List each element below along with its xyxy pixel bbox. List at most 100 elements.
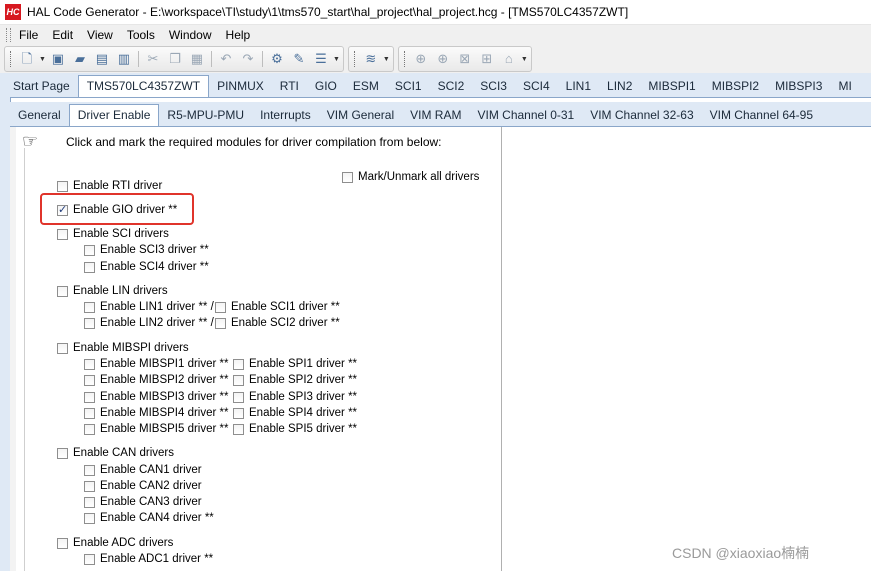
checkbox-box[interactable] [233, 358, 244, 370]
menu-edit[interactable]: Edit [45, 28, 80, 42]
tab-sci3[interactable]: SCI3 [472, 76, 515, 97]
circle-back-icon[interactable]: ⊕ [412, 50, 430, 68]
sci-checkbox[interactable]: Enable SCI drivers [57, 228, 169, 240]
checkbox-box[interactable] [84, 317, 95, 329]
list-icon[interactable]: ☰ [312, 50, 330, 68]
checkbox-box[interactable] [215, 301, 226, 313]
lin2-checkbox[interactable]: Enable LIN2 driver ** / [84, 317, 214, 329]
sci3-checkbox[interactable]: Enable SCI3 driver ** [84, 244, 209, 256]
checkbox-box[interactable] [57, 342, 68, 354]
checkbox-box[interactable] [84, 374, 95, 386]
tab-vim-general[interactable]: VIM General [319, 105, 402, 126]
checkbox-box[interactable] [233, 407, 244, 419]
tab-start-page[interactable]: Start Page [0, 76, 78, 97]
tab-interrupts[interactable]: Interrupts [252, 105, 319, 126]
tab-vim-channel-64-95[interactable]: VIM Channel 64-95 [702, 105, 821, 126]
tab-mibspi3[interactable]: MIBSPI3 [767, 76, 830, 97]
tab-general[interactable]: General [10, 105, 69, 126]
mibspi1-checkbox[interactable]: Enable MIBSPI1 driver ** [84, 358, 228, 370]
export-icon[interactable]: ⊠ [456, 50, 474, 68]
tab-lin1[interactable]: LIN1 [558, 76, 599, 97]
mibspi4-checkbox[interactable]: Enable MIBSPI4 driver ** [84, 407, 228, 419]
checkbox-box[interactable] [233, 423, 244, 435]
checkbox-box[interactable] [84, 358, 95, 370]
mibspi3-checkbox[interactable]: Enable MIBSPI3 driver ** [84, 391, 228, 403]
tab-rti[interactable]: RTI [272, 76, 307, 97]
checkbox-box[interactable] [215, 317, 226, 329]
tab-gio[interactable]: GIO [307, 76, 345, 97]
layers-icon[interactable]: ≋ [362, 50, 380, 68]
lin-checkbox[interactable]: Enable LIN drivers [57, 285, 168, 297]
spi2-checkbox[interactable]: Enable SPI2 driver ** [233, 374, 357, 386]
spi4-checkbox[interactable]: Enable SPI4 driver ** [233, 407, 357, 419]
new-icon[interactable]: 🗋 [18, 50, 36, 68]
checkbox-box[interactable] [84, 244, 95, 256]
mibspi5-checkbox[interactable]: Enable MIBSPI5 driver ** [84, 423, 228, 435]
mark-all-checkbox[interactable]: Mark/Unmark all drivers [342, 171, 479, 183]
checkbox-box[interactable] [57, 537, 68, 549]
checkbox-box[interactable] [84, 423, 95, 435]
save-all-icon[interactable]: ▥ [115, 50, 133, 68]
menu-view[interactable]: View [80, 28, 120, 42]
spi5-checkbox[interactable]: Enable SPI5 driver ** [233, 423, 357, 435]
tab-mibspi1[interactable]: MIBSPI1 [640, 76, 703, 97]
generate-icon[interactable]: ⚙ [268, 50, 286, 68]
checkbox-box[interactable] [84, 496, 95, 508]
checkbox-box[interactable] [84, 464, 95, 476]
toolbar-overflow-icon[interactable]: ▼ [333, 56, 340, 63]
checkbox-box[interactable] [84, 301, 95, 313]
can1-checkbox[interactable]: Enable CAN1 driver [84, 464, 202, 476]
toolbar-overflow-icon[interactable]: ▼ [521, 56, 528, 63]
adc-checkbox[interactable]: Enable ADC drivers [57, 537, 173, 549]
menu-tools[interactable]: Tools [120, 28, 162, 42]
menu-window[interactable]: Window [162, 28, 219, 42]
menu-help[interactable]: Help [219, 28, 258, 42]
checkbox-box[interactable] [342, 171, 353, 183]
toolbar-overflow-icon[interactable]: ▼ [383, 56, 390, 63]
spi1-checkbox[interactable]: Enable SPI1 driver ** [233, 358, 357, 370]
import-icon[interactable]: ⊞ [478, 50, 496, 68]
adc1-checkbox[interactable]: Enable ADC1 driver ** [84, 553, 213, 565]
tab-vim-ram[interactable]: VIM RAM [402, 105, 469, 126]
tab-pinmux[interactable]: PINMUX [209, 76, 272, 97]
checkbox-box[interactable] [84, 261, 95, 273]
sci1-checkbox[interactable]: Enable SCI1 driver ** [215, 301, 340, 313]
checkbox-box[interactable] [57, 180, 68, 192]
can3-checkbox[interactable]: Enable CAN3 driver [84, 496, 202, 508]
copy-icon[interactable]: ❐ [166, 50, 184, 68]
new-dropdown-icon[interactable]: ▼ [39, 56, 46, 63]
save-icon[interactable]: ▤ [93, 50, 111, 68]
checkbox-box[interactable] [57, 447, 68, 459]
lin1-checkbox[interactable]: Enable LIN1 driver ** / [84, 301, 214, 313]
options-icon[interactable]: ✎ [290, 50, 308, 68]
sci4-checkbox[interactable]: Enable SCI4 driver ** [84, 261, 209, 273]
tab-vim-channel-0-31[interactable]: VIM Channel 0-31 [469, 105, 582, 126]
cut-icon[interactable]: ✂ [144, 50, 162, 68]
checkbox-box[interactable] [84, 512, 95, 524]
checkbox-box[interactable] [57, 285, 68, 297]
menu-file[interactable]: File [11, 28, 45, 42]
checkbox-box[interactable] [233, 391, 244, 403]
tab-sci1[interactable]: SCI1 [387, 76, 430, 97]
undo-icon[interactable]: ↶ [217, 50, 235, 68]
tab-device[interactable]: TMS570LC4357ZWT [77, 75, 210, 97]
checkbox-box[interactable] [233, 374, 244, 386]
sci2-checkbox[interactable]: Enable SCI2 driver ** [215, 317, 340, 329]
mibspi2-checkbox[interactable]: Enable MIBSPI2 driver ** [84, 374, 228, 386]
circle-forward-icon[interactable]: ⊕ [434, 50, 452, 68]
folder-icon[interactable]: ▰ [71, 50, 89, 68]
tab-sci4[interactable]: SCI4 [515, 76, 558, 97]
tab-mibspi2[interactable]: MIBSPI2 [704, 76, 767, 97]
rti-checkbox[interactable]: Enable RTI driver [57, 180, 162, 192]
tab-lin2[interactable]: LIN2 [599, 76, 640, 97]
home-icon[interactable]: ⌂ [500, 50, 518, 68]
spi3-checkbox[interactable]: Enable SPI3 driver ** [233, 391, 357, 403]
can4-checkbox[interactable]: Enable CAN4 driver ** [84, 512, 214, 524]
tab-vim-channel-32-63[interactable]: VIM Channel 32-63 [582, 105, 701, 126]
checkbox-box[interactable] [84, 553, 95, 565]
checkbox-box[interactable] [84, 391, 95, 403]
tab-driver-enable[interactable]: Driver Enable [68, 104, 160, 126]
tab-esm[interactable]: ESM [345, 76, 387, 97]
paste-icon[interactable]: ▦ [188, 50, 206, 68]
checkbox-box[interactable] [84, 480, 95, 492]
